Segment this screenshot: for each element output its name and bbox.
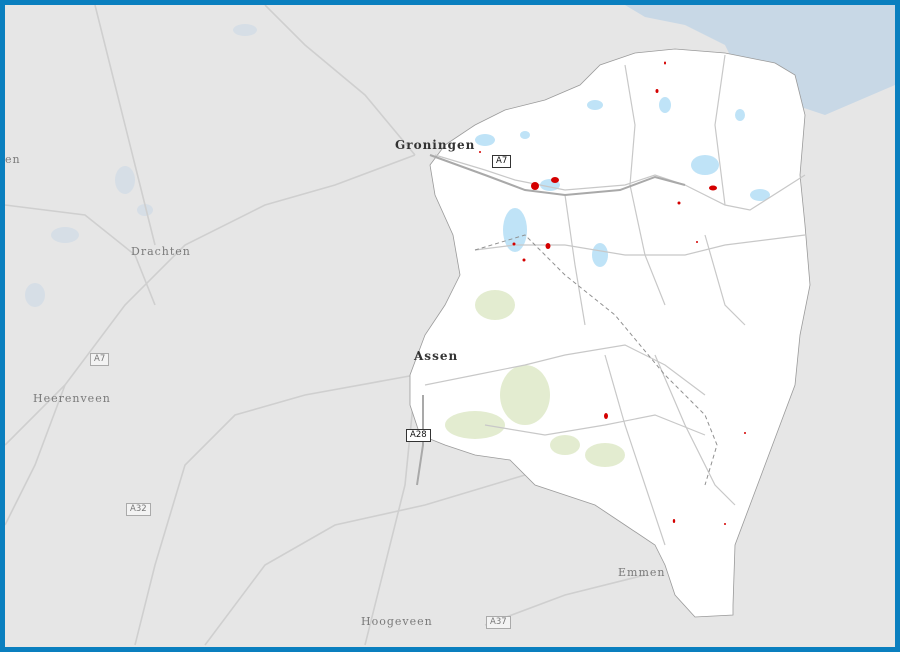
hotspot-marker[interactable] <box>696 241 698 243</box>
road-shield-a37: A37 <box>486 616 511 629</box>
road-shield-a28: A28 <box>406 429 431 442</box>
hotspot-marker[interactable] <box>531 182 539 190</box>
hotspot-marker[interactable] <box>724 523 726 525</box>
road-shield-a7-west: A7 <box>90 353 110 366</box>
city-label-edge: en <box>5 153 21 166</box>
city-label-hoogeveen: Hoogeveen <box>361 615 433 628</box>
hotspot-marker[interactable] <box>664 61 666 65</box>
city-label-groningen: Groningen <box>395 138 476 152</box>
map-canvas[interactable] <box>5 5 895 647</box>
hotspot-marker[interactable] <box>479 151 481 153</box>
hotspot-marker[interactable] <box>744 432 746 434</box>
city-label-emmen: Emmen <box>618 566 666 579</box>
city-label-drachten: Drachten <box>131 245 191 258</box>
hotspot-marker[interactable] <box>655 89 659 93</box>
hotspot-marker[interactable] <box>677 201 681 205</box>
hotspot-marker[interactable] <box>709 185 717 191</box>
map-frame: Groningen Drachten Assen Heerenveen Emme… <box>0 0 900 652</box>
city-label-heerenveen: Heerenveen <box>33 392 111 405</box>
hotspot-marker[interactable] <box>512 242 516 246</box>
hotspot-marker[interactable] <box>604 413 608 419</box>
road-shield-a32: A32 <box>126 503 151 516</box>
city-label-assen: Assen <box>414 349 459 363</box>
hotspot-marker[interactable] <box>545 243 551 249</box>
road-shield-a7-east: A7 <box>492 155 512 168</box>
hotspot-marker[interactable] <box>551 177 559 183</box>
hotspot-marker[interactable] <box>522 258 526 262</box>
hotspot-marker[interactable] <box>672 519 676 523</box>
